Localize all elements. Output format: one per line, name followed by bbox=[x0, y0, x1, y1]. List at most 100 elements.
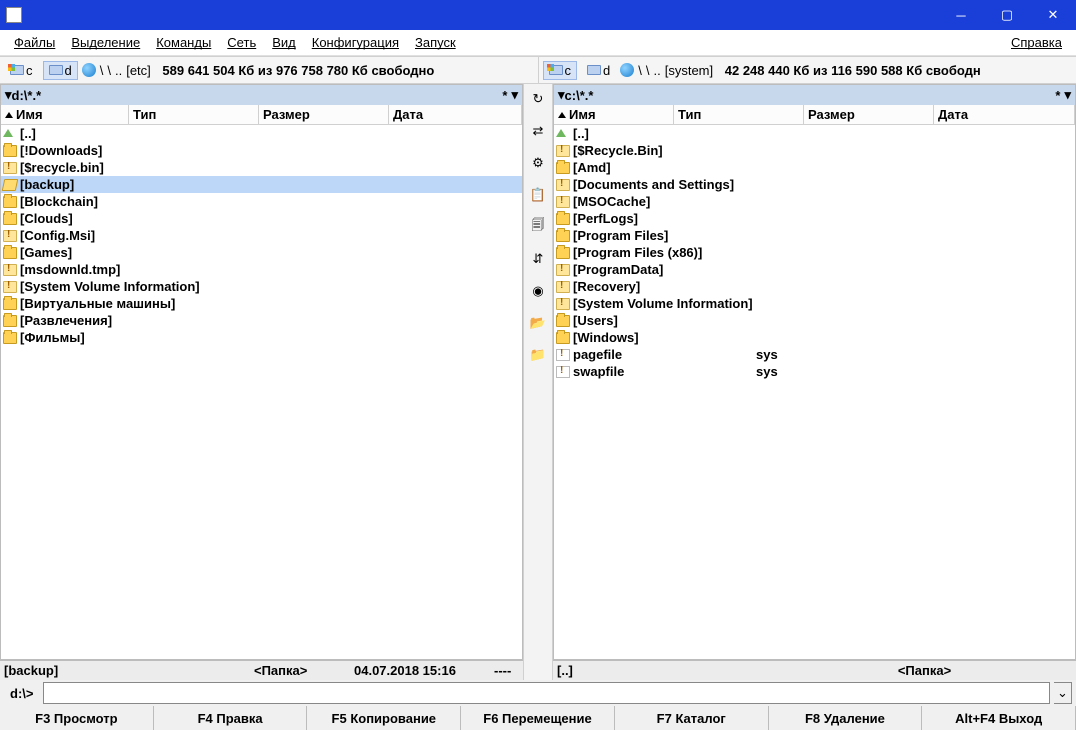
col-date[interactable]: Дата bbox=[389, 105, 522, 124]
list-item[interactable]: [Фильмы] bbox=[1, 329, 522, 346]
menu-net[interactable]: Сеть bbox=[219, 32, 264, 53]
col-date[interactable]: Дата bbox=[934, 105, 1075, 124]
menu-start[interactable]: Запуск bbox=[407, 32, 464, 53]
freespace-left: 589 641 504 Кб из 976 758 780 Кб свободн… bbox=[162, 63, 434, 78]
right-path: c:\*.* bbox=[565, 88, 594, 103]
list-item[interactable]: [Program Files] bbox=[554, 227, 1075, 244]
col-type[interactable]: Тип bbox=[129, 105, 259, 124]
list-item[interactable]: [Windows] bbox=[554, 329, 1075, 346]
list-item[interactable]: [$recycle.bin] bbox=[1, 159, 522, 176]
col-name[interactable]: Имя bbox=[554, 105, 674, 124]
f6-move[interactable]: F6 Перемещение bbox=[461, 706, 615, 730]
folder-icon bbox=[556, 315, 570, 327]
list-item[interactable]: [backup] bbox=[1, 176, 522, 193]
titlebar: ─ ▢ ✕ bbox=[0, 0, 1076, 30]
list-item[interactable]: [Games] bbox=[1, 244, 522, 261]
list-item[interactable]: [..] bbox=[554, 125, 1075, 142]
menu-config[interactable]: Конфигурация bbox=[304, 32, 407, 53]
network-icon[interactable] bbox=[82, 63, 96, 77]
folder-icon bbox=[556, 230, 570, 242]
list-item[interactable]: [ProgramData] bbox=[554, 261, 1075, 278]
file-name: [Развлечения] bbox=[20, 313, 320, 328]
list-item[interactable]: [Recovery] bbox=[554, 278, 1075, 295]
favorites-button[interactable]: * bbox=[1051, 88, 1064, 103]
list-item[interactable]: [Users] bbox=[554, 312, 1075, 329]
list-item[interactable]: [System Volume Information] bbox=[1, 278, 522, 295]
minimize-button[interactable]: ─ bbox=[938, 0, 984, 30]
mid-tool-0[interactable]: ↻ bbox=[529, 90, 547, 108]
folder-excl-icon bbox=[3, 264, 17, 276]
chevron-down-icon[interactable]: ▾ bbox=[1064, 87, 1071, 103]
list-item[interactable]: [Program Files (x86)] bbox=[554, 244, 1075, 261]
list-item[interactable]: [$Recycle.Bin] bbox=[554, 142, 1075, 159]
folder-icon bbox=[3, 213, 17, 225]
cmd-prompt: d:\> bbox=[4, 686, 39, 701]
window-buttons: ─ ▢ ✕ bbox=[938, 0, 1076, 30]
folder-excl-icon bbox=[556, 281, 570, 293]
menu-view[interactable]: Вид bbox=[264, 32, 304, 53]
f7-mkdir[interactable]: F7 Каталог bbox=[615, 706, 769, 730]
col-name[interactable]: Имя bbox=[1, 105, 129, 124]
left-file-list[interactable]: [..][!Downloads][$recycle.bin][backup][B… bbox=[1, 125, 522, 659]
menu-commands[interactable]: Команды bbox=[148, 32, 219, 53]
file-name: [Documents and Settings] bbox=[573, 177, 753, 192]
f8-delete[interactable]: F8 Удаление bbox=[769, 706, 923, 730]
col-type[interactable]: Тип bbox=[674, 105, 804, 124]
right-path-bar[interactable]: ▾ c:\*.* * ▾ bbox=[554, 85, 1075, 105]
list-item[interactable]: [PerfLogs] bbox=[554, 210, 1075, 227]
altf4-exit[interactable]: Alt+F4 Выход bbox=[922, 706, 1076, 730]
menu-files[interactable]: Файлы bbox=[6, 32, 63, 53]
list-item[interactable]: [!Downloads] bbox=[1, 142, 522, 159]
close-button[interactable]: ✕ bbox=[1030, 0, 1076, 30]
drive-c-right[interactable]: c bbox=[543, 61, 578, 80]
list-item[interactable]: [Развлечения] bbox=[1, 312, 522, 329]
list-item[interactable]: [msdownld.tmp] bbox=[1, 261, 522, 278]
separator: .. bbox=[115, 63, 122, 78]
mid-tool-7[interactable]: 📂 bbox=[529, 314, 547, 332]
mid-tool-8[interactable]: 📁 bbox=[529, 346, 547, 364]
status-type: <Папка> bbox=[777, 663, 1072, 678]
drive-d-left[interactable]: d bbox=[43, 61, 78, 80]
list-item[interactable]: [Config.Msi] bbox=[1, 227, 522, 244]
list-item[interactable]: swapfilesys bbox=[554, 363, 1075, 380]
status-name: [backup] bbox=[4, 663, 254, 678]
list-item[interactable]: pagefilesys bbox=[554, 346, 1075, 363]
menu-help[interactable]: Справка bbox=[1003, 32, 1070, 53]
chevron-down-icon[interactable]: ▾ bbox=[511, 87, 518, 103]
network-icon[interactable] bbox=[620, 63, 634, 77]
mid-tool-3[interactable]: 📋 bbox=[529, 186, 547, 204]
mid-tool-4[interactable]: 🗐 bbox=[529, 218, 547, 236]
folder-icon bbox=[3, 315, 17, 327]
f5-copy[interactable]: F5 Копирование bbox=[307, 706, 461, 730]
list-item[interactable]: [Clouds] bbox=[1, 210, 522, 227]
list-item[interactable]: [..] bbox=[1, 125, 522, 142]
list-item[interactable]: [Documents and Settings] bbox=[554, 176, 1075, 193]
file-name: [backup] bbox=[20, 177, 320, 192]
maximize-button[interactable]: ▢ bbox=[984, 0, 1030, 30]
mid-tool-1[interactable]: ⇄ bbox=[529, 122, 547, 140]
cmd-history-dropdown[interactable]: ⌄ bbox=[1054, 682, 1072, 704]
list-item[interactable]: [Amd] bbox=[554, 159, 1075, 176]
list-item[interactable]: [Виртуальные машины] bbox=[1, 295, 522, 312]
mid-tool-6[interactable]: ◉ bbox=[529, 282, 547, 300]
f3-view[interactable]: F3 Просмотр bbox=[0, 706, 154, 730]
list-item[interactable]: [Blockchain] bbox=[1, 193, 522, 210]
mid-tool-2[interactable]: ⚙ bbox=[529, 154, 547, 172]
drive-d-right[interactable]: d bbox=[581, 61, 616, 80]
favorites-button[interactable]: * bbox=[498, 88, 511, 103]
mid-tool-5[interactable]: ⇵ bbox=[529, 250, 547, 268]
file-name: [Windows] bbox=[573, 330, 753, 345]
left-path-bar[interactable]: ▾ d:\*.* * ▾ bbox=[1, 85, 522, 105]
folder-excl-icon bbox=[3, 162, 17, 174]
f4-edit[interactable]: F4 Правка bbox=[154, 706, 308, 730]
col-size[interactable]: Размер bbox=[259, 105, 389, 124]
cmd-input[interactable] bbox=[43, 682, 1050, 704]
file-name: pagefile bbox=[573, 347, 753, 362]
drive-c-left[interactable]: c bbox=[4, 61, 39, 80]
right-file-list[interactable]: [..][$Recycle.Bin][Amd][Documents and Se… bbox=[554, 125, 1075, 659]
folder-icon bbox=[3, 247, 17, 259]
list-item[interactable]: [System Volume Information] bbox=[554, 295, 1075, 312]
menu-selection[interactable]: Выделение bbox=[63, 32, 148, 53]
list-item[interactable]: [MSOCache] bbox=[554, 193, 1075, 210]
col-size[interactable]: Размер bbox=[804, 105, 934, 124]
